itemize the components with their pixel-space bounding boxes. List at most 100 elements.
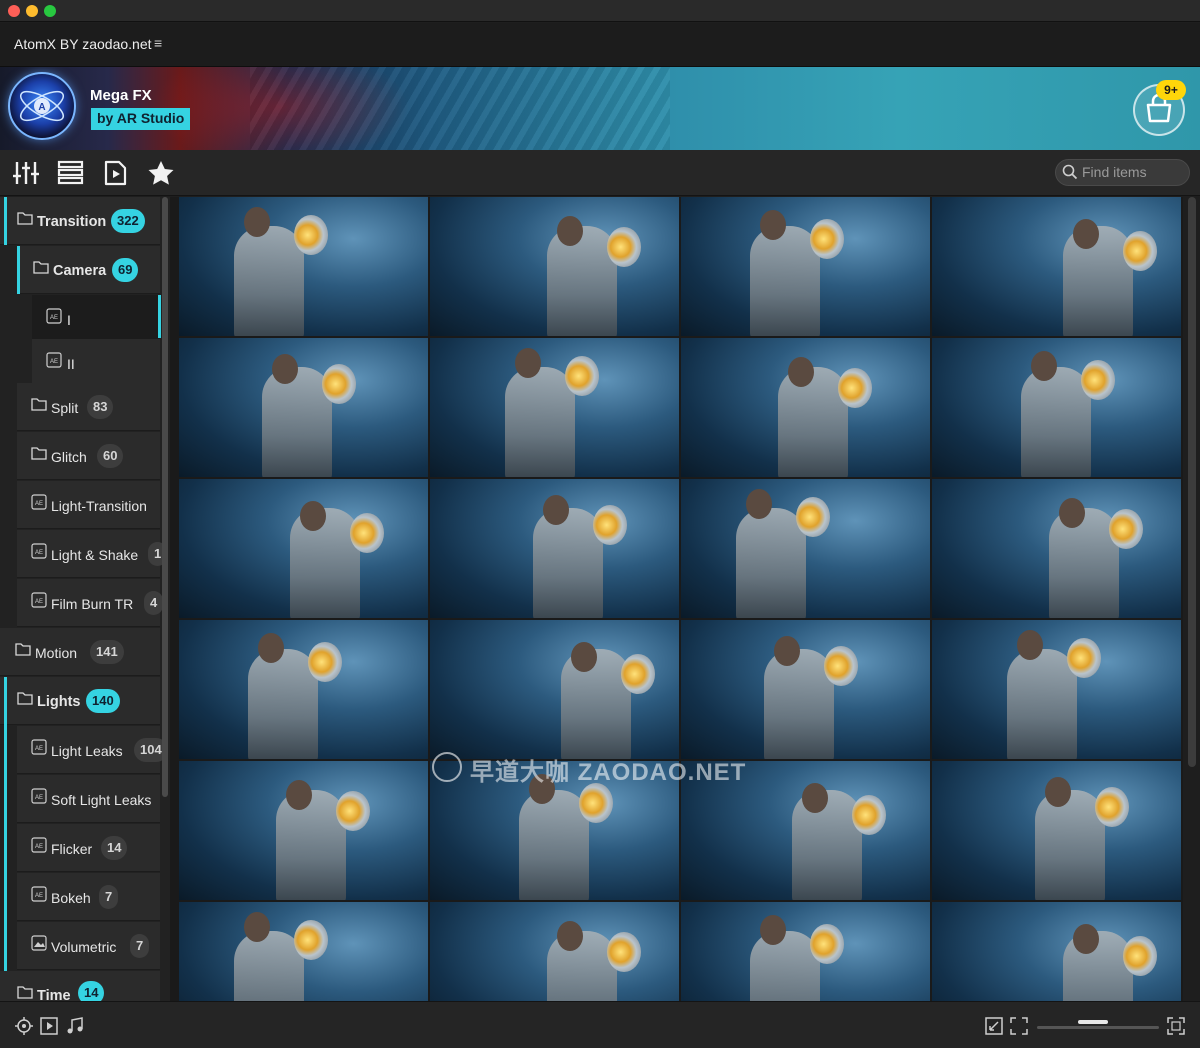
atom-logo-icon: A xyxy=(8,72,76,140)
sidebar-item-bokeh[interactable]: AE Bokeh 7 xyxy=(17,873,160,921)
toolbar: Find items xyxy=(0,150,1200,196)
close-window-button[interactable] xyxy=(8,5,20,17)
window-titlebar xyxy=(0,0,1200,22)
count-badge: 7 xyxy=(99,885,119,909)
svg-text:AE: AE xyxy=(35,550,43,556)
svg-text:AE: AE xyxy=(35,795,43,801)
effect-thumbnail[interactable] xyxy=(932,197,1181,336)
sidebar-item-soft-light-leaks[interactable]: AE Soft Light Leaks xyxy=(17,775,160,823)
effect-thumbnail[interactable] xyxy=(430,902,679,1001)
sidebar-item-flicker[interactable]: AE Flicker 14 xyxy=(17,824,160,872)
effect-thumbnail[interactable] xyxy=(179,761,428,900)
sidebar-item-i[interactable]: AE I xyxy=(32,295,161,343)
hamburger-icon[interactable]: ≡ xyxy=(154,35,162,51)
app-header: AtomX BY zaodao.net ≡ xyxy=(0,23,1200,67)
count-badge: 7 xyxy=(130,934,150,958)
list-icon[interactable] xyxy=(57,160,85,186)
shrink-icon[interactable] xyxy=(985,1017,1003,1035)
count-badge: 14 xyxy=(101,836,128,860)
brand-name: Mega FX xyxy=(90,87,152,104)
count-badge: 60 xyxy=(97,444,124,468)
search-icon xyxy=(1062,164,1078,180)
folder-icon xyxy=(31,398,47,411)
effects-grid xyxy=(179,197,1183,1001)
effect-thumbnail[interactable] xyxy=(932,479,1181,618)
effect-thumbnail[interactable] xyxy=(681,197,930,336)
ae-file-icon: AE xyxy=(31,788,47,804)
sidebar-item-lights[interactable]: Lights 140 xyxy=(0,677,160,1001)
ae-file-icon: AE xyxy=(46,352,62,368)
count-badge: 69 xyxy=(112,258,139,282)
effect-thumbnail[interactable] xyxy=(179,479,428,618)
sidebar-item-transition[interactable]: Transition 322 xyxy=(0,197,160,245)
ae-file-icon: AE xyxy=(46,308,62,324)
ae-file-icon: AE xyxy=(31,886,47,902)
effect-thumbnail[interactable] xyxy=(932,761,1181,900)
count-badge: 83 xyxy=(87,395,114,419)
ae-file-icon: AE xyxy=(31,837,47,853)
count-badge: 4 xyxy=(144,591,164,615)
effect-thumbnail[interactable] xyxy=(179,338,428,477)
sidebar-item-light-transition[interactable]: AE Light-Transition xyxy=(17,481,160,529)
effect-thumbnail[interactable] xyxy=(681,902,930,1001)
brand-by-label: by AR Studio xyxy=(91,108,191,130)
svg-text:AE: AE xyxy=(50,359,58,365)
sidebar-item-split[interactable]: Split 83 xyxy=(17,383,160,431)
svg-text:AE: AE xyxy=(35,599,43,605)
expand-corners-icon[interactable] xyxy=(1010,1017,1028,1035)
count-badge: 141 xyxy=(90,640,124,664)
effect-thumbnail[interactable] xyxy=(430,197,679,336)
effect-thumbnail[interactable] xyxy=(430,338,679,477)
watermark-logo-icon xyxy=(432,752,462,782)
sidebar-item-light-shake[interactable]: AE Light & Shake 1 xyxy=(17,530,168,578)
count-badge: 140 xyxy=(86,689,120,713)
effect-thumbnail[interactable] xyxy=(179,620,428,759)
folder-icon xyxy=(17,692,33,705)
count-badge: 14 xyxy=(78,981,105,1001)
effect-thumbnail[interactable] xyxy=(932,902,1181,1001)
folder-icon xyxy=(33,261,49,274)
ae-file-icon: AE xyxy=(31,739,47,755)
sidebar-item-glitch[interactable]: Glitch 60 xyxy=(17,432,160,480)
sidebar-item-motion[interactable]: Motion 141 xyxy=(0,628,160,676)
ae-file-icon: AE xyxy=(31,543,47,559)
sidebar-item-film-burn-tr[interactable]: AE Film Burn TR 4 xyxy=(17,579,164,627)
minimize-window-button[interactable] xyxy=(26,5,38,17)
folder-icon xyxy=(31,447,47,460)
category-sidebar: Transition 322 Camera 69 AE I AE II Spli… xyxy=(0,197,170,1001)
zoom-window-button[interactable] xyxy=(44,5,56,17)
sidebar-item-light-leaks[interactable]: AE Light Leaks 104 xyxy=(17,726,168,774)
effect-thumbnail[interactable] xyxy=(179,902,428,1001)
ae-file-icon: AE xyxy=(31,592,47,608)
count-badge: 322 xyxy=(111,209,145,233)
thumbnail-size-slider[interactable] xyxy=(1037,1026,1159,1029)
effect-thumbnail[interactable] xyxy=(932,338,1181,477)
grid-scrollbar[interactable] xyxy=(1188,197,1196,767)
thumbnail-size-slider-handle[interactable] xyxy=(1078,1020,1109,1024)
play-box-icon[interactable] xyxy=(40,1017,58,1035)
effect-thumbnail[interactable] xyxy=(430,620,679,759)
effect-thumbnail[interactable] xyxy=(430,479,679,618)
sliders-icon[interactable] xyxy=(12,160,40,186)
music-note-icon[interactable] xyxy=(66,1017,84,1035)
effect-thumbnail[interactable] xyxy=(932,620,1181,759)
sidebar-item-volumetric[interactable]: Volumetric 7 xyxy=(17,922,160,970)
effect-thumbnail[interactable] xyxy=(681,479,930,618)
star-icon[interactable] xyxy=(147,160,175,186)
sidebar-item-camera[interactable]: Camera 69 xyxy=(17,246,160,294)
svg-text:AE: AE xyxy=(35,501,43,507)
effect-thumbnail[interactable] xyxy=(179,197,428,336)
fullscreen-icon[interactable] xyxy=(1167,1017,1185,1035)
play-file-icon[interactable] xyxy=(102,160,130,186)
folder-icon xyxy=(17,986,33,999)
status-bar xyxy=(0,1001,1200,1048)
effect-thumbnail[interactable] xyxy=(681,620,930,759)
watermark-text: 早道大咖 ZAODAO.NET xyxy=(470,759,747,786)
folder-icon xyxy=(17,212,33,225)
ae-file-icon: AE xyxy=(31,494,47,510)
sidebar-scrollbar[interactable] xyxy=(162,197,168,797)
sidebar-item-ii[interactable]: AE II xyxy=(32,339,160,387)
sidebar-item-time[interactable]: Time 14 xyxy=(0,971,160,1001)
target-icon[interactable] xyxy=(15,1017,33,1035)
effect-thumbnail[interactable] xyxy=(681,338,930,477)
